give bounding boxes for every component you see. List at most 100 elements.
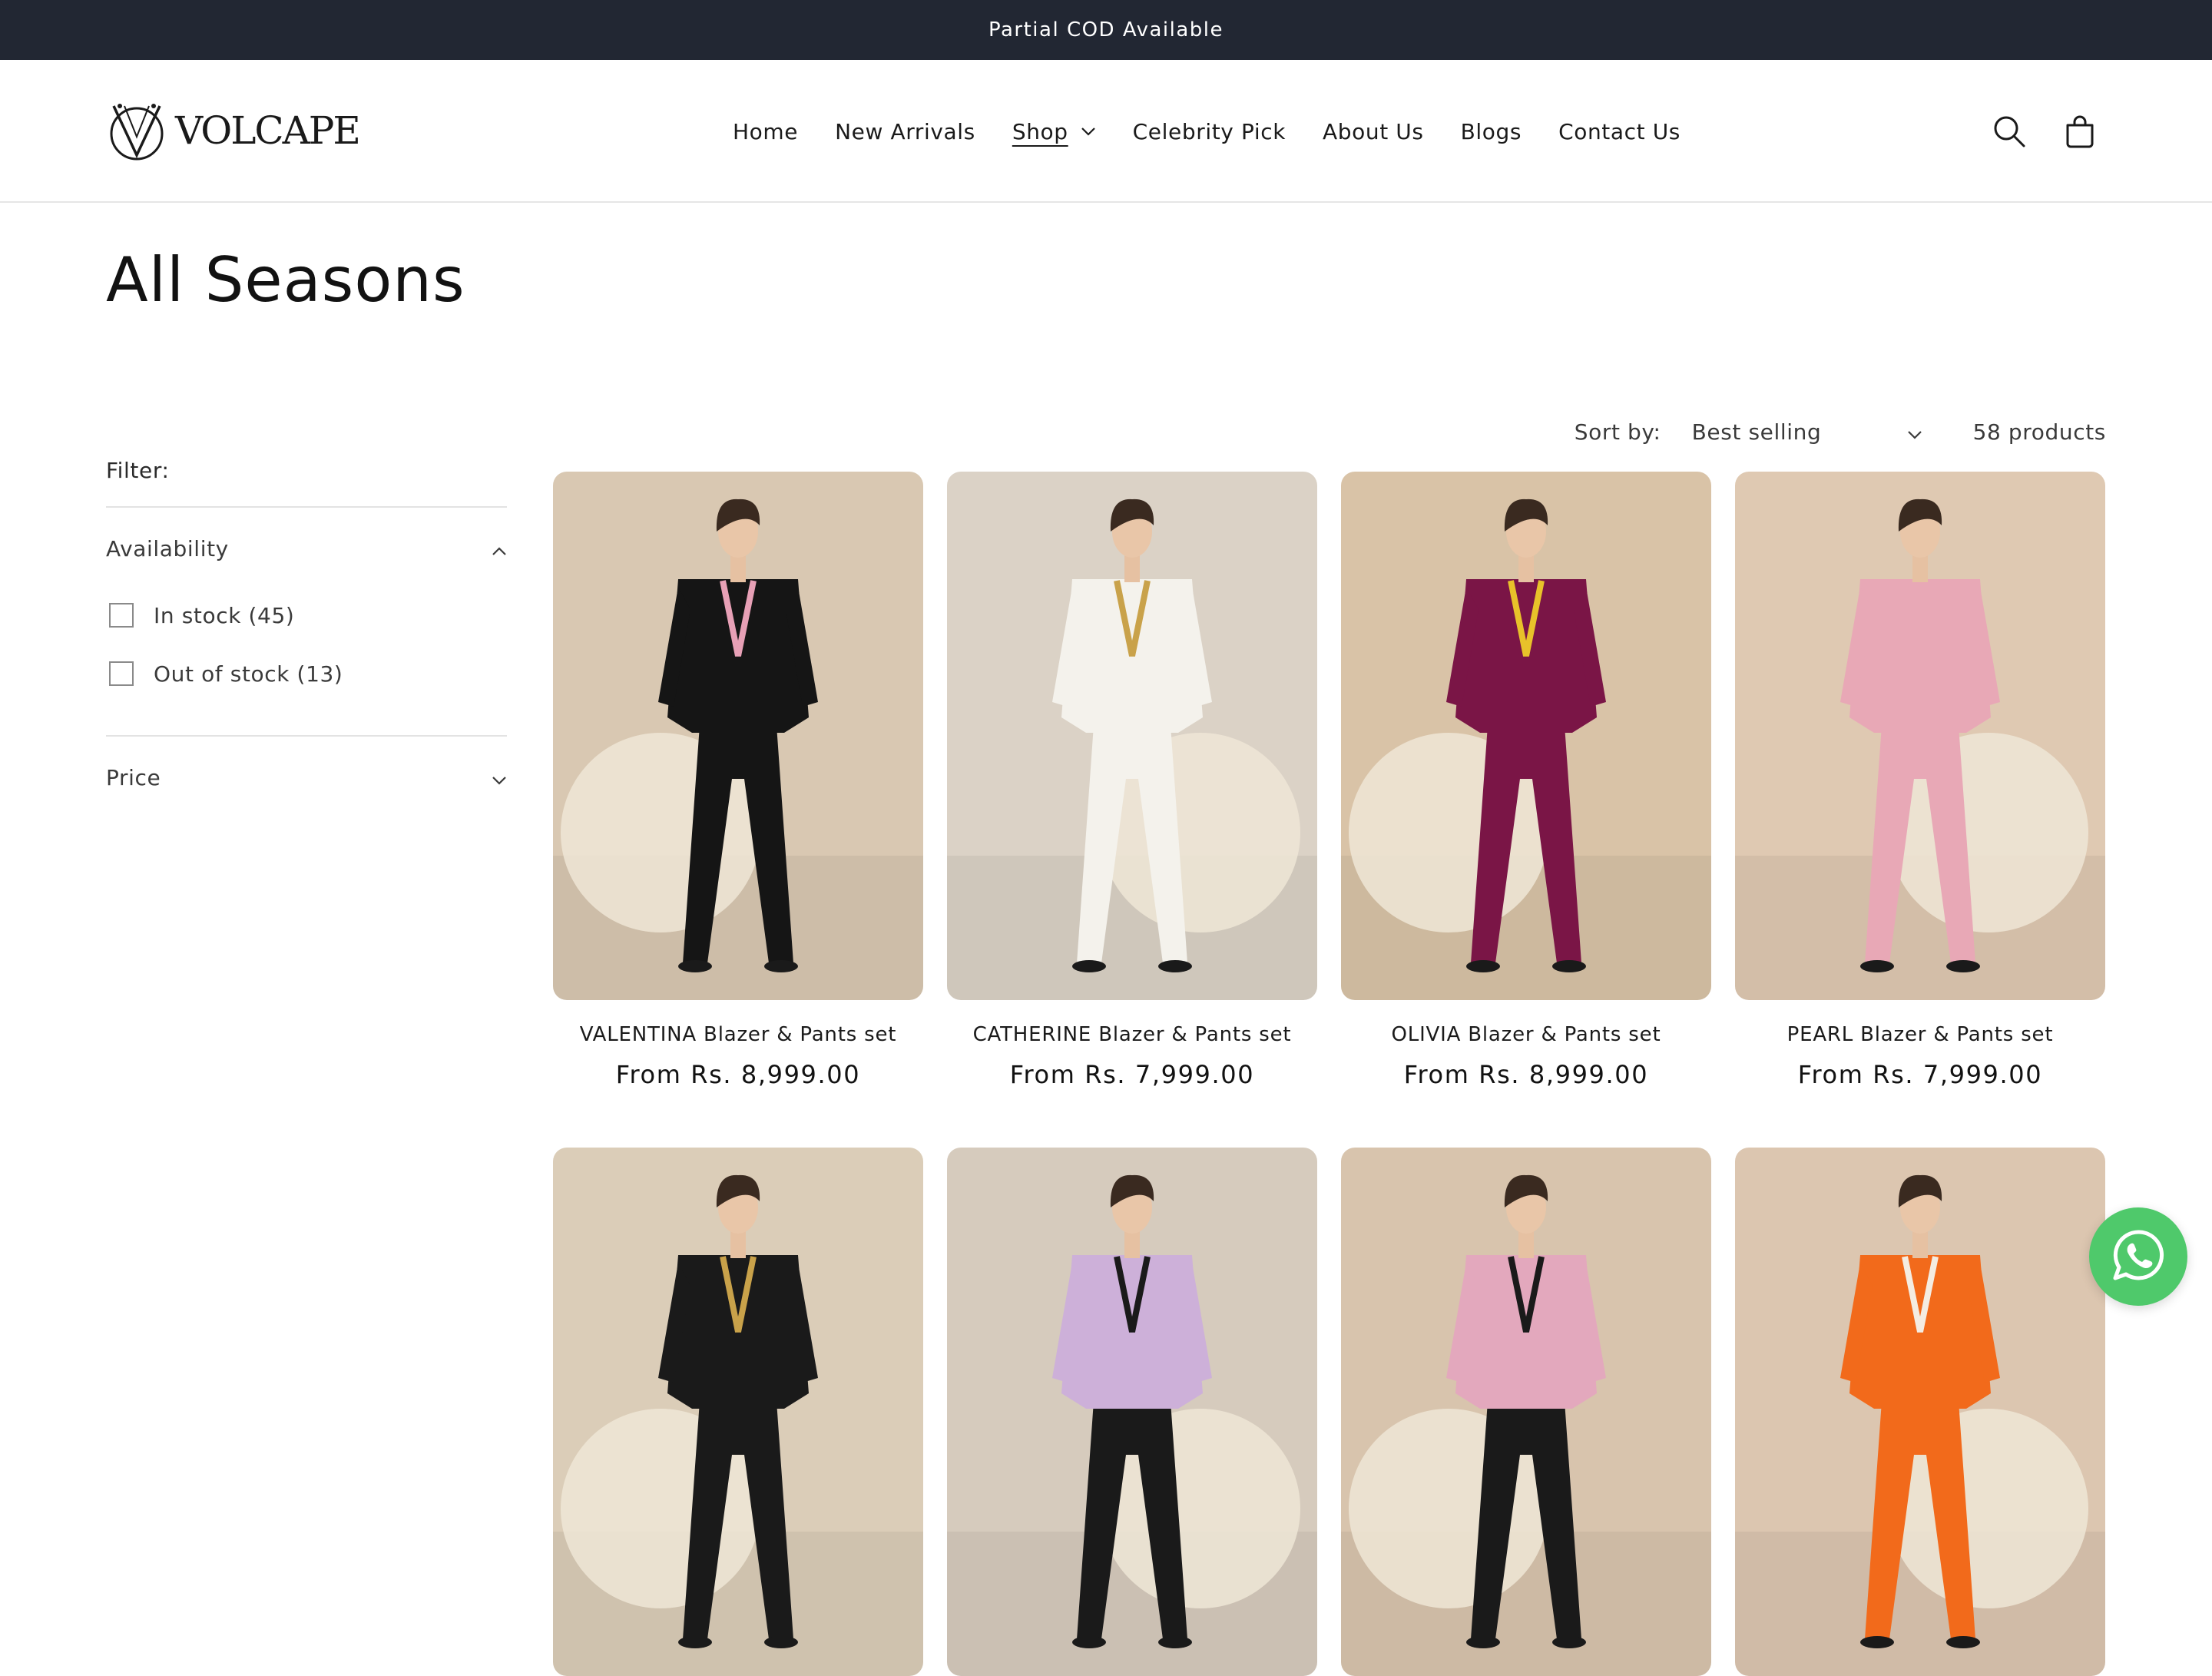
logo-mark-icon	[110, 104, 164, 161]
filter-title: Filter:	[106, 458, 170, 483]
photo-shoe	[1072, 960, 1106, 972]
product-card[interactable]: CATHERINE Blazer & Pants set From Rs. 7,…	[947, 472, 1317, 1089]
photo-shoe	[1466, 960, 1500, 972]
filter-availability: Availability In stock (45) Out of stock …	[106, 506, 507, 735]
nav-new-arrivals[interactable]: New Arrivals	[816, 119, 994, 144]
header-icons	[1992, 60, 2097, 203]
product-title[interactable]: VALENTINA Blazer & Pants set	[553, 1023, 923, 1046]
product-photo	[1735, 472, 2105, 1000]
checkbox-in-stock[interactable]	[109, 603, 134, 628]
product-image[interactable]	[553, 1148, 923, 1676]
product-image[interactable]	[1341, 1148, 1711, 1676]
product-image[interactable]	[947, 472, 1317, 1000]
product-title[interactable]: OLIVIA Blazer & Pants set	[1341, 1023, 1711, 1046]
chevron-down-icon	[1081, 127, 1096, 136]
product-photo	[553, 472, 923, 1000]
filter-price-toggle[interactable]: Price	[106, 737, 507, 818]
product-image[interactable]	[1735, 472, 2105, 1000]
search-icon[interactable]	[1992, 114, 2026, 148]
product-grid: VALENTINA Blazer & Pants set From Rs. 8,…	[553, 472, 2106, 1676]
whatsapp-icon	[2109, 1226, 2167, 1287]
product-card[interactable]	[1341, 1148, 1711, 1676]
page-title: All Seasons	[106, 244, 465, 316]
filter-availability-label: Availability	[106, 535, 229, 561]
filter-price-label: Price	[106, 764, 161, 790]
photo-shoe	[764, 1636, 798, 1648]
photo-shoe	[1946, 960, 1980, 972]
filter-sidebar: Filter: Availability In stock (45) Out o…	[106, 458, 507, 818]
photo-shoe	[678, 960, 712, 972]
checkbox-out-of-stock[interactable]	[109, 661, 134, 686]
product-photo	[947, 472, 1317, 1000]
product-card[interactable]	[947, 1148, 1317, 1676]
product-title[interactable]: PEARL Blazer & Pants set	[1735, 1023, 2105, 1046]
photo-shoe	[1860, 960, 1894, 972]
chevron-down-icon	[1907, 419, 1922, 445]
whatsapp-button[interactable]	[2089, 1207, 2187, 1306]
photo-shoe	[678, 1636, 712, 1648]
product-photo	[947, 1148, 1317, 1676]
product-photo	[1735, 1148, 2105, 1676]
photo-shoe	[764, 960, 798, 972]
filter-option-in-stock[interactable]: In stock (45)	[106, 586, 507, 644]
sort-select[interactable]: Best selling	[1692, 419, 1922, 445]
nav-shop[interactable]: Shop	[994, 119, 1114, 144]
filter-price: Price	[106, 735, 507, 818]
nav-about-us-label: About Us	[1323, 118, 1424, 144]
main-nav: Home New Arrivals Shop Celebrity Pick Ab…	[714, 60, 1699, 203]
product-photo	[1341, 472, 1711, 1000]
product-title[interactable]: CATHERINE Blazer & Pants set	[947, 1023, 1317, 1046]
announcement-bar: Partial COD Available	[0, 0, 2212, 60]
photo-shoe	[1072, 1636, 1106, 1648]
site-header: VOLCAPE Home New Arrivals Shop Celebrity…	[0, 60, 2212, 203]
nav-celebrity-pick[interactable]: Celebrity Pick	[1114, 119, 1304, 144]
product-price: From Rs. 8,999.00	[1403, 1060, 1649, 1089]
product-image[interactable]	[1735, 1148, 2105, 1676]
nav-blogs-label: Blogs	[1460, 118, 1522, 144]
filter-option-label: Out of stock (13)	[154, 661, 343, 687]
product-price: From Rs. 8,999.00	[615, 1060, 861, 1089]
logo-text: VOLCAPE	[175, 108, 361, 153]
product-image[interactable]	[1341, 472, 1711, 1000]
filter-option-label: In stock (45)	[154, 602, 295, 628]
sort-label: Sort by:	[1574, 419, 1661, 445]
photo-shoe	[1466, 1636, 1500, 1648]
product-photo	[553, 1148, 923, 1676]
nav-home[interactable]: Home	[714, 119, 816, 144]
product-price: From Rs. 7,999.00	[1009, 1060, 1255, 1089]
chevron-down-icon	[492, 765, 507, 790]
photo-shoe	[1946, 1636, 1980, 1648]
nav-contact-us[interactable]: Contact Us	[1540, 119, 1699, 144]
logo[interactable]: VOLCAPE	[106, 100, 361, 161]
photo-shoe	[1552, 1636, 1586, 1648]
product-count: 58 products	[1972, 419, 2106, 445]
photo-shoe	[1158, 960, 1192, 972]
cart-icon[interactable]	[2063, 114, 2097, 148]
product-card[interactable]: VALENTINA Blazer & Pants set From Rs. 8,…	[553, 472, 923, 1089]
nav-about-us[interactable]: About Us	[1304, 119, 1442, 144]
product-card[interactable]: OLIVIA Blazer & Pants set From Rs. 8,999…	[1341, 472, 1711, 1089]
chevron-up-icon	[492, 536, 507, 561]
product-card[interactable]	[1735, 1148, 2105, 1676]
product-image[interactable]	[553, 472, 923, 1000]
filter-option-out-of-stock[interactable]: Out of stock (13)	[106, 644, 507, 703]
filter-availability-options: In stock (45) Out of stock (13)	[106, 586, 507, 735]
product-card[interactable]	[553, 1148, 923, 1676]
filter-availability-toggle[interactable]: Availability	[106, 508, 507, 589]
nav-blogs[interactable]: Blogs	[1442, 119, 1540, 144]
photo-shoe	[1158, 1636, 1192, 1648]
nav-shop-label: Shop	[1012, 118, 1068, 144]
product-photo	[1341, 1148, 1711, 1676]
nav-contact-us-label: Contact Us	[1558, 118, 1681, 144]
nav-home-label: Home	[733, 118, 799, 144]
sort-toolbar: Sort by: Best selling 58 products	[1575, 410, 2106, 453]
announcement-text: Partial COD Available	[988, 18, 1224, 41]
product-price: From Rs. 7,999.00	[1797, 1060, 2043, 1089]
photo-shoe	[1552, 960, 1586, 972]
product-image[interactable]	[947, 1148, 1317, 1676]
sort-value: Best selling	[1691, 419, 1822, 445]
nav-new-arrivals-label: New Arrivals	[835, 118, 975, 144]
nav-celebrity-pick-label: Celebrity Pick	[1132, 118, 1286, 144]
photo-shoe	[1860, 1636, 1894, 1648]
product-card[interactable]: PEARL Blazer & Pants set From Rs. 7,999.…	[1735, 472, 2105, 1089]
